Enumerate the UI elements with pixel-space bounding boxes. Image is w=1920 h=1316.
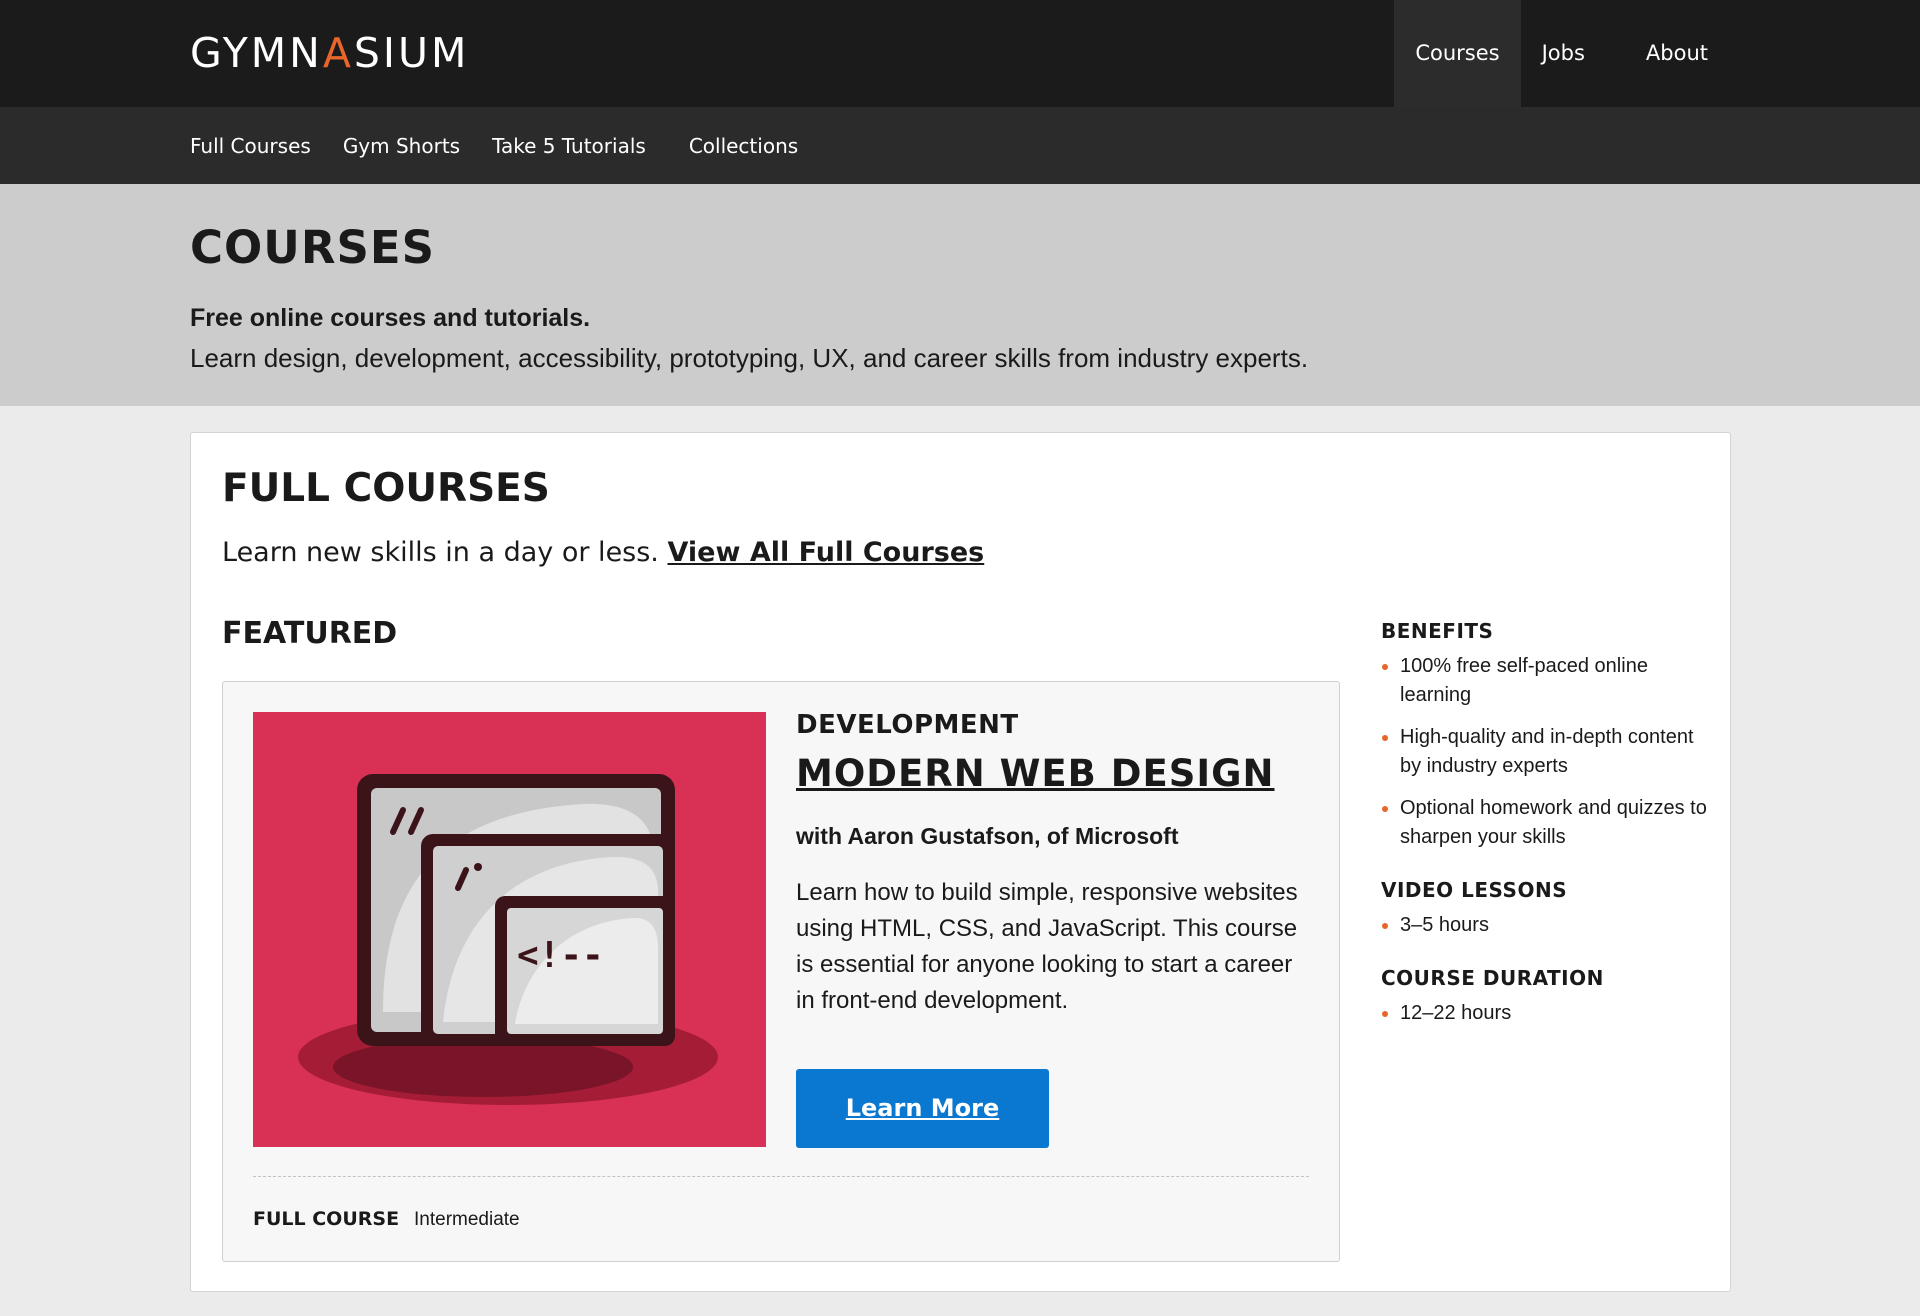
main-nav: Courses Jobs About: [1394, 0, 1730, 107]
full-courses-panel: FULL COURSES Learn new skills in a day o…: [190, 432, 1731, 1292]
svg-text:<!--: <!--: [517, 935, 604, 976]
course-title-link[interactable]: MODERN WEB DESIGN: [796, 752, 1275, 795]
video-lessons-list: 3–5 hours: [1381, 911, 1711, 940]
course-category: DEVELOPMENT: [796, 710, 1019, 740]
top-navbar: GYMNASIUM Courses Jobs About: [0, 0, 1920, 107]
learn-more-button[interactable]: Learn More: [796, 1069, 1049, 1148]
nav-jobs[interactable]: Jobs: [1521, 0, 1606, 107]
course-level: Intermediate: [414, 1209, 520, 1230]
course-duration-value: 12–22 hours: [1381, 999, 1711, 1028]
benefit-item: 100% free self-paced online learning: [1381, 652, 1711, 710]
benefit-item: High-quality and in-depth content by ind…: [1381, 723, 1711, 781]
benefits-heading: BENEFITS: [1381, 619, 1494, 643]
nav-courses[interactable]: Courses: [1394, 0, 1521, 107]
course-duration-list: 12–22 hours: [1381, 999, 1711, 1028]
full-courses-intro: Learn new skills in a day or less. View …: [222, 537, 984, 568]
intro-text: Learn new skills in a day or less.: [222, 537, 668, 568]
subnav-collections[interactable]: Collections: [689, 134, 798, 158]
subnav-gym-shorts[interactable]: Gym Shorts: [343, 134, 460, 158]
page-title: COURSES: [190, 221, 436, 274]
hero-subtitle: Learn design, development, accessibility…: [190, 343, 1309, 373]
featured-course-card: <!-- DEVELOPMENT MODERN WEB DESIGN with …: [222, 681, 1340, 1262]
course-info-sidebar: BENEFITS 100% free self-paced online lea…: [1381, 619, 1711, 1054]
full-courses-heading: FULL COURSES: [222, 466, 550, 511]
browser-windows-icon: <!--: [298, 774, 718, 1105]
sub-nav: Full Courses Gym Shorts Take 5 Tutorials…: [0, 107, 1920, 184]
hero-section: COURSES Free online courses and tutorial…: [0, 184, 1920, 406]
featured-heading: FEATURED: [222, 616, 398, 651]
view-all-full-courses-link[interactable]: View All Full Courses: [667, 537, 984, 568]
card-divider: [253, 1176, 1309, 1177]
gymnasium-logo[interactable]: GYMNASIUM: [190, 29, 469, 77]
benefits-list: 100% free self-paced online learning Hig…: [1381, 652, 1711, 852]
logo-text-prefix: GYMN: [190, 29, 323, 77]
hero-lead: Free online courses and tutorials.: [190, 304, 591, 332]
subnav-take5-tutorials[interactable]: Take 5 Tutorials: [492, 134, 646, 158]
course-description: Learn how to build simple, responsive we…: [796, 879, 1298, 1014]
course-duration-heading: COURSE DURATION: [1381, 966, 1604, 990]
course-type-label: FULL COURSE: [253, 1208, 400, 1230]
video-lessons-heading: VIDEO LESSONS: [1381, 878, 1568, 902]
video-lessons-value: 3–5 hours: [1381, 911, 1711, 940]
subnav-full-courses[interactable]: Full Courses: [190, 134, 311, 158]
course-thumbnail[interactable]: <!--: [253, 712, 766, 1147]
benefit-item: Optional homework and quizzes to sharpen…: [1381, 794, 1711, 852]
logo-text-suffix: SIUM: [353, 29, 470, 77]
nav-about[interactable]: About: [1606, 0, 1730, 107]
course-author: with Aaron Gustafson, of Microsoft: [796, 823, 1179, 849]
logo-text-accent: A: [322, 29, 354, 77]
